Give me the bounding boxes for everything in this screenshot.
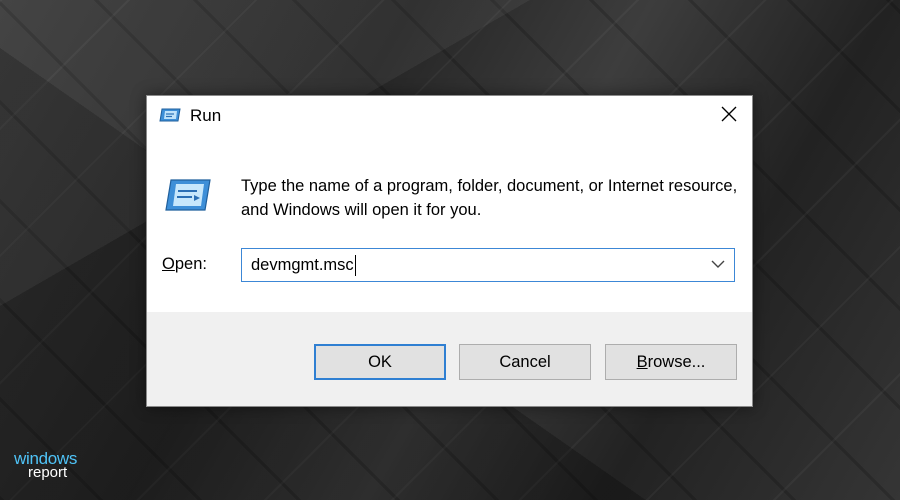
open-combobox[interactable] — [241, 248, 735, 282]
run-dialog: Run Type the name of a program, folder, … — [146, 95, 753, 407]
open-label-text: pen: — [174, 255, 207, 273]
browse-accelerator: B — [636, 352, 648, 371]
window-title: Run — [190, 106, 222, 125]
open-label: Open: — [162, 255, 207, 274]
text-cursor — [354, 255, 356, 276]
run-program-icon — [164, 178, 212, 212]
cancel-button[interactable]: Cancel — [459, 344, 591, 380]
open-label-accelerator: O — [162, 255, 175, 273]
run-app-icon — [159, 107, 181, 123]
title-bar[interactable]: Run — [147, 96, 752, 136]
brand-line-2: report — [28, 464, 68, 481]
chevron-down-icon — [711, 256, 725, 274]
brand-logo: windows report — [14, 450, 104, 481]
button-bar: OK Cancel Browse... — [147, 312, 752, 406]
close-icon — [721, 106, 737, 127]
ok-button[interactable]: OK — [314, 344, 446, 380]
open-input[interactable] — [242, 249, 702, 281]
browse-label: rowse... — [647, 352, 706, 371]
browse-button[interactable]: Browse... — [605, 344, 737, 380]
instruction-text: Type the name of a program, folder, docu… — [241, 177, 738, 219]
close-button[interactable] — [706, 96, 752, 136]
open-dropdown-button[interactable] — [702, 249, 734, 281]
